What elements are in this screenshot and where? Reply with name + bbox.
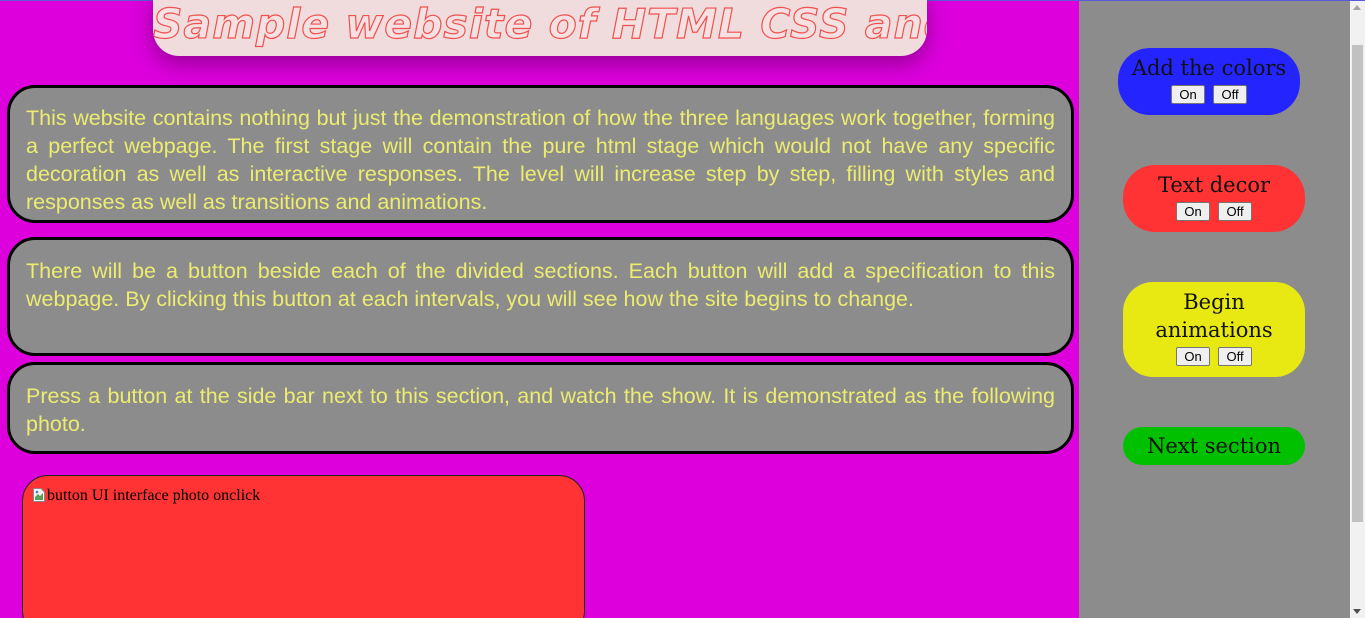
text-decor-buttons: On Off [1123,200,1305,221]
instructions-section-text: Press a button at the side bar next to t… [26,384,1055,436]
scroll-up-arrow-icon[interactable] [1353,5,1361,10]
sidebar: Add the colors On Off Text decor On Off … [1079,1,1350,618]
intro-section-text: This website contains nothing but just t… [26,106,1055,214]
begin-animations-off-button[interactable]: Off [1218,347,1252,366]
demo-photo-alt-text: button UI interface photo onclick [47,487,261,504]
begin-animations-buttons: On Off [1123,345,1305,366]
buttons-section-text: There will be a button beside each of th… [26,259,1055,311]
intro-section: This website contains nothing but just t… [7,85,1074,223]
text-decor-label: Text decor [1157,173,1271,197]
instructions-section: Press a button at the side bar next to t… [7,362,1074,454]
add-colors-label: Add the colors [1131,56,1287,80]
text-decor-off-button[interactable]: Off [1218,202,1252,221]
scroll-down-arrow-icon[interactable] [1353,609,1361,614]
add-colors-off-button[interactable]: Off [1213,85,1247,104]
next-section-button[interactable]: Next section [1123,427,1305,465]
broken-image-icon [33,488,45,502]
begin-animations-on-button[interactable]: On [1176,347,1210,366]
vertical-scrollbar[interactable] [1350,1,1365,618]
begin-animations-card: Begin animations On Off [1123,282,1305,377]
next-section-label: Next section [1146,434,1282,458]
scroll-thumb[interactable] [1352,45,1363,522]
buttons-section: There will be a button beside each of th… [7,237,1074,356]
demo-photo-alt: button UI interface photo onclick [33,487,260,505]
text-decor-card: Text decor On Off [1123,165,1305,232]
begin-animations-label: Begin animations [1155,290,1273,342]
page-title: Sample website of HTML CSS and JS [153,0,927,49]
page-header: Sample website of HTML CSS and JS [153,0,927,56]
demo-photo: button UI interface photo onclick [22,475,585,618]
add-colors-buttons: On Off [1118,83,1300,104]
text-decor-on-button[interactable]: On [1176,202,1210,221]
add-colors-card: Add the colors On Off [1118,48,1300,115]
add-colors-on-button[interactable]: On [1171,85,1205,104]
